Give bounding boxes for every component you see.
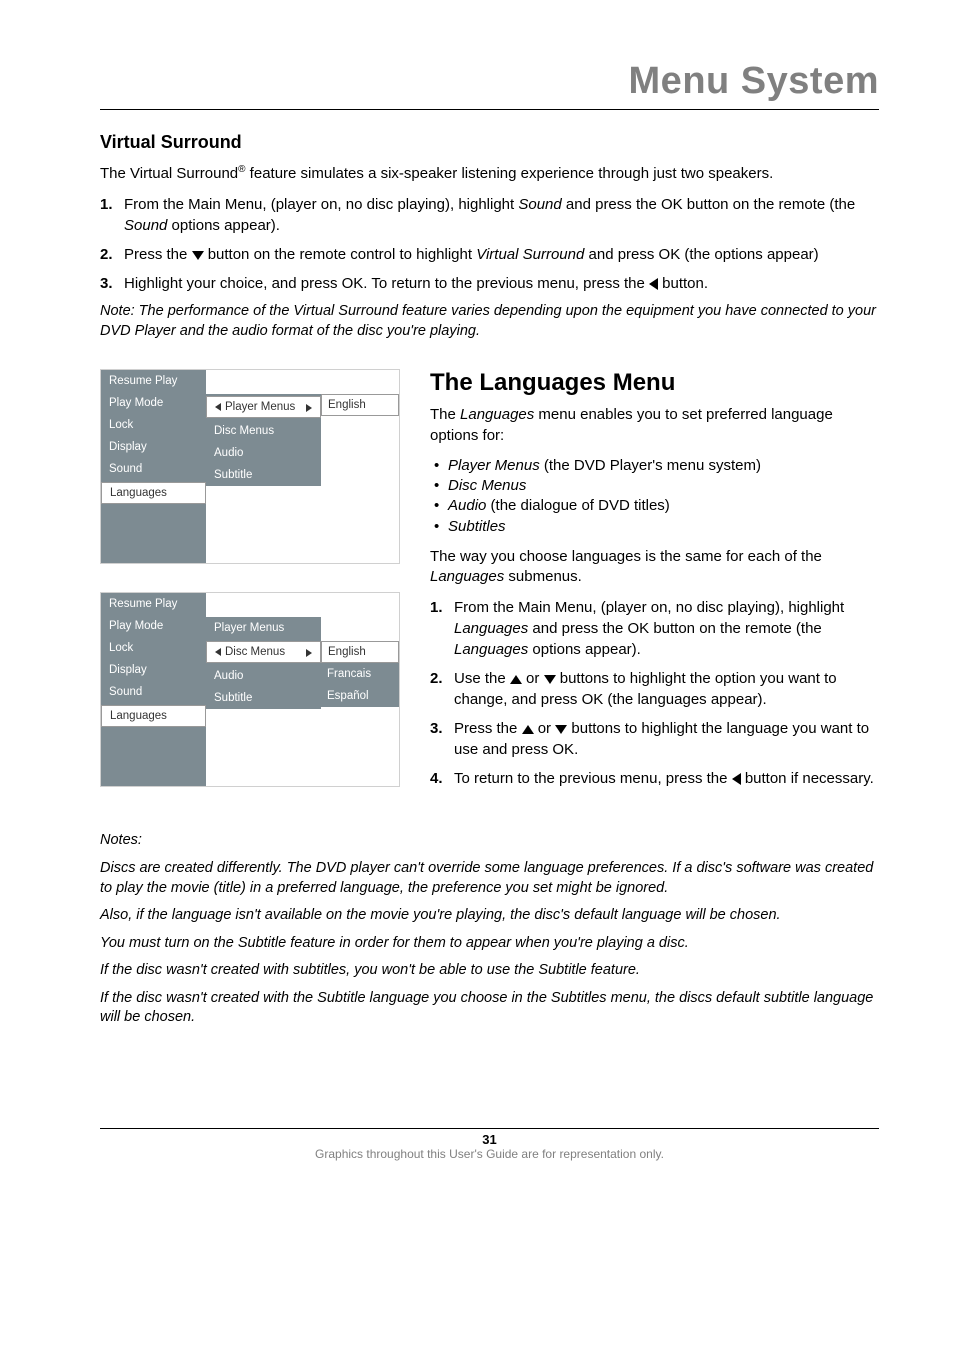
arrow-left-icon [649, 278, 658, 290]
vs-steps: 1. From the Main Menu, (player on, no di… [100, 194, 879, 294]
arrow-left-icon [732, 773, 741, 785]
side-item: Play Mode [101, 615, 206, 637]
chevron-right-icon [306, 404, 312, 412]
lang-way: The way you choose languages is the same… [430, 547, 879, 588]
val-item: Francais [321, 663, 399, 685]
arrow-down-icon [544, 675, 556, 684]
arrow-up-icon [522, 725, 534, 734]
side-item: Play Mode [101, 392, 206, 414]
chevron-left-icon [215, 403, 221, 411]
side-item: Sound [101, 458, 206, 480]
sub-item: Audio [206, 665, 321, 687]
arrow-down-icon [192, 251, 204, 260]
section-heading-virtual-surround: Virtual Surround [100, 132, 879, 153]
section-heading-languages: The Languages Menu [430, 369, 879, 397]
sub-item: Player Menus [206, 617, 321, 639]
side-item: Lock [101, 414, 206, 436]
sub-item: Audio [206, 442, 321, 464]
footer-caption: Graphics throughout this User's Guide ar… [100, 1147, 879, 1161]
lang-intro: The Languages menu enables you to set pr… [430, 405, 879, 446]
sub-item-selected: Player Menus [206, 396, 321, 418]
menu-screenshot-2: Resume Play Play Mode Lock Display Sound… [100, 592, 400, 787]
sub-item: Disc Menus [206, 420, 321, 442]
sub-item-selected: Disc Menus [206, 641, 321, 663]
page-number: 31 [100, 1132, 879, 1147]
side-item: Sound [101, 681, 206, 703]
vs-intro: The Virtual Surround® feature simulates … [100, 163, 879, 184]
side-item-selected: Languages [101, 482, 206, 504]
val-item-selected: English [321, 394, 399, 416]
lang-bullets: Player Menus (the DVD Player's menu syst… [430, 456, 879, 537]
page-footer: 31 Graphics throughout this User's Guide… [100, 1128, 879, 1161]
chapter-title: Menu System [100, 60, 879, 103]
chevron-right-icon [306, 649, 312, 657]
arrow-down-icon [555, 725, 567, 734]
notes-section: Notes: Discs are created differently. Th… [100, 831, 879, 1028]
side-item: Display [101, 659, 206, 681]
chevron-left-icon [215, 648, 221, 656]
lang-steps: 1. From the Main Menu, (player on, no di… [430, 597, 879, 789]
side-item: Lock [101, 637, 206, 659]
vs-note: Note: The performance of the Virtual Sur… [100, 302, 879, 341]
val-item: Español [321, 685, 399, 707]
sub-item: Subtitle [206, 464, 321, 486]
side-item: Display [101, 436, 206, 458]
sub-item: Subtitle [206, 687, 321, 709]
arrow-up-icon [510, 675, 522, 684]
menu-screenshot-1: Resume Play Play Mode Lock Display Sound… [100, 369, 400, 564]
val-item-selected: English [321, 641, 399, 663]
side-item-selected: Languages [101, 705, 206, 727]
side-item: Resume Play [101, 370, 206, 392]
side-item: Resume Play [101, 593, 206, 615]
header-rule [100, 109, 879, 110]
